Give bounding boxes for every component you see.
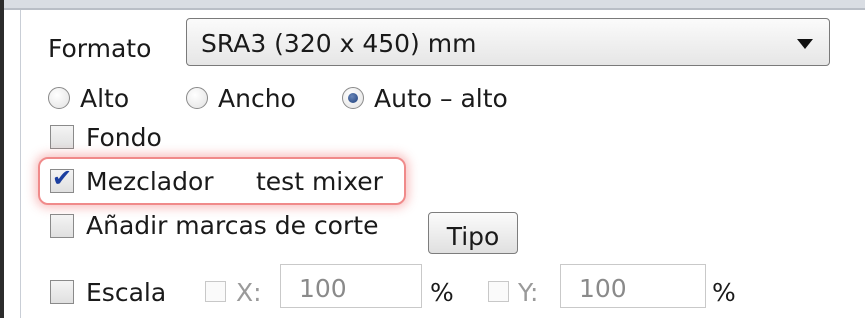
- x-label: X:: [236, 278, 262, 307]
- format-label: Formato: [48, 34, 152, 63]
- checkmark-icon: ✔: [52, 164, 73, 192]
- fondo-checkbox[interactable]: [50, 125, 74, 149]
- radio-ancho-label: Ancho: [218, 84, 296, 113]
- escala-label: Escala: [86, 278, 167, 307]
- escala-checkbox[interactable]: [50, 280, 74, 304]
- x-scale-input[interactable]: 100: [280, 264, 422, 308]
- marcas-label: Añadir marcas de corte: [86, 211, 379, 240]
- radio-ancho[interactable]: [186, 87, 208, 109]
- window-left-edge: [0, 0, 4, 318]
- format-select-value: SRA3 (320 x 450) mm: [201, 29, 477, 58]
- y-scale-value: 100: [579, 274, 627, 303]
- mezclador-value: test mixer: [256, 167, 383, 196]
- radio-auto-alto-label: Auto – alto: [374, 84, 508, 113]
- fondo-label: Fondo: [86, 123, 162, 152]
- y-label: Y:: [518, 278, 539, 307]
- y-unit-label: %: [712, 278, 736, 307]
- chevron-down-icon: [797, 39, 813, 49]
- y-scale-checkbox[interactable]: [488, 281, 509, 302]
- panel-top-edge: [0, 0, 865, 10]
- x-scale-value: 100: [299, 274, 347, 303]
- radio-alto[interactable]: [48, 87, 70, 109]
- format-select[interactable]: SRA3 (320 x 450) mm: [186, 18, 830, 66]
- y-scale-input[interactable]: 100: [560, 264, 706, 308]
- radio-auto-alto[interactable]: [342, 87, 364, 109]
- mezclador-label: Mezclador: [86, 167, 214, 196]
- mezclador-checkbox[interactable]: ✔: [50, 164, 74, 193]
- tipo-button-label: Tipo: [446, 222, 500, 251]
- x-unit-label: %: [430, 278, 454, 307]
- x-scale-checkbox[interactable]: [205, 281, 226, 302]
- tipo-button[interactable]: Tipo: [428, 212, 518, 254]
- marcas-checkbox[interactable]: [50, 214, 74, 238]
- radio-alto-label: Alto: [80, 84, 130, 113]
